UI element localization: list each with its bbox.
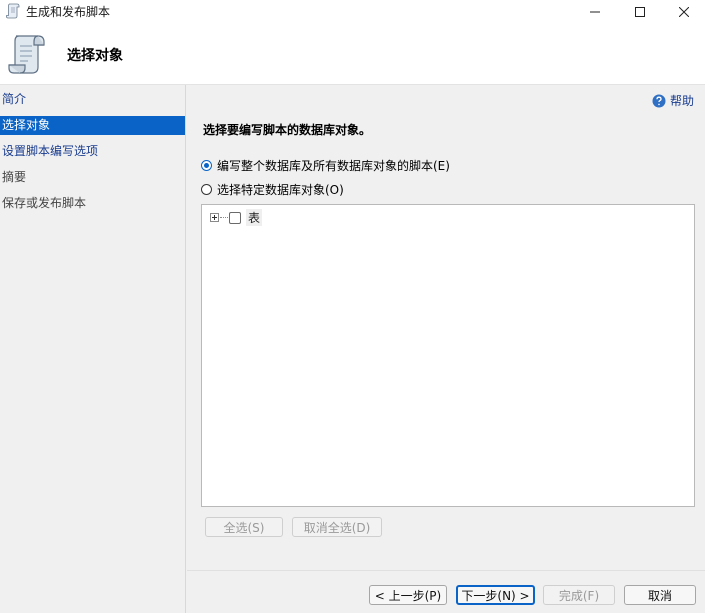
finish-button[interactable]: 完成(F) [543, 585, 615, 605]
expand-icon[interactable] [210, 213, 219, 222]
close-icon [678, 7, 689, 17]
sidebar-item-save-or-publish: 保存或发布脚本 [2, 196, 87, 210]
help-icon [652, 94, 666, 107]
next-button[interactable]: 下一步(N) > [456, 585, 535, 605]
deselect-all-button[interactable]: 取消全选(D) [292, 517, 382, 537]
tree-connector [220, 217, 228, 218]
minimize-button[interactable] [572, 0, 618, 24]
close-button[interactable] [662, 0, 705, 24]
sidebar: 简介 选择对象 设置脚本编写选项 摘要 保存或发布脚本 [0, 85, 186, 613]
radio-button[interactable] [201, 184, 212, 195]
radio-button-selected[interactable] [201, 160, 212, 171]
object-tree[interactable]: 表 [201, 204, 695, 507]
app-scroll-icon [6, 3, 20, 19]
instruction-text: 选择要编写脚本的数据库对象。 [203, 123, 372, 137]
page-header: 选择对象 [0, 24, 705, 85]
option-label: 编写整个数据库及所有数据库对象的脚本(E) [217, 159, 450, 173]
page-title: 选择对象 [67, 48, 123, 64]
cancel-button[interactable]: 取消 [624, 585, 696, 605]
minimize-icon [590, 11, 600, 13]
tree-item-tables: 表 [210, 209, 263, 226]
sidebar-item-summary: 摘要 [2, 170, 27, 184]
sidebar-item-choose-objects[interactable]: 选择对象 [0, 116, 185, 135]
select-all-button[interactable]: 全选(S) [205, 517, 283, 537]
title-bar: 生成和发布脚本 [0, 0, 705, 24]
footer-divider [187, 570, 705, 571]
sidebar-item-intro[interactable]: 简介 [0, 90, 185, 109]
script-scroll-icon [8, 35, 45, 74]
help-link[interactable]: 帮助 [652, 92, 694, 109]
previous-button[interactable]: < 上一步(P) [369, 585, 447, 605]
sidebar-item-scripting-options[interactable]: 设置脚本编写选项 [0, 142, 185, 161]
help-label: 帮助 [670, 94, 695, 108]
tree-item-label: 表 [246, 209, 263, 226]
option-label: 选择特定数据库对象(O) [217, 183, 344, 197]
tables-checkbox[interactable] [229, 211, 241, 224]
window-title: 生成和发布脚本 [26, 5, 111, 19]
maximize-icon [635, 7, 645, 17]
option-script-entire-database[interactable]: 编写整个数据库及所有数据库对象的脚本(E) [201, 157, 450, 174]
maximize-button[interactable] [617, 0, 663, 24]
option-select-specific-objects[interactable]: 选择特定数据库对象(O) [201, 181, 344, 198]
